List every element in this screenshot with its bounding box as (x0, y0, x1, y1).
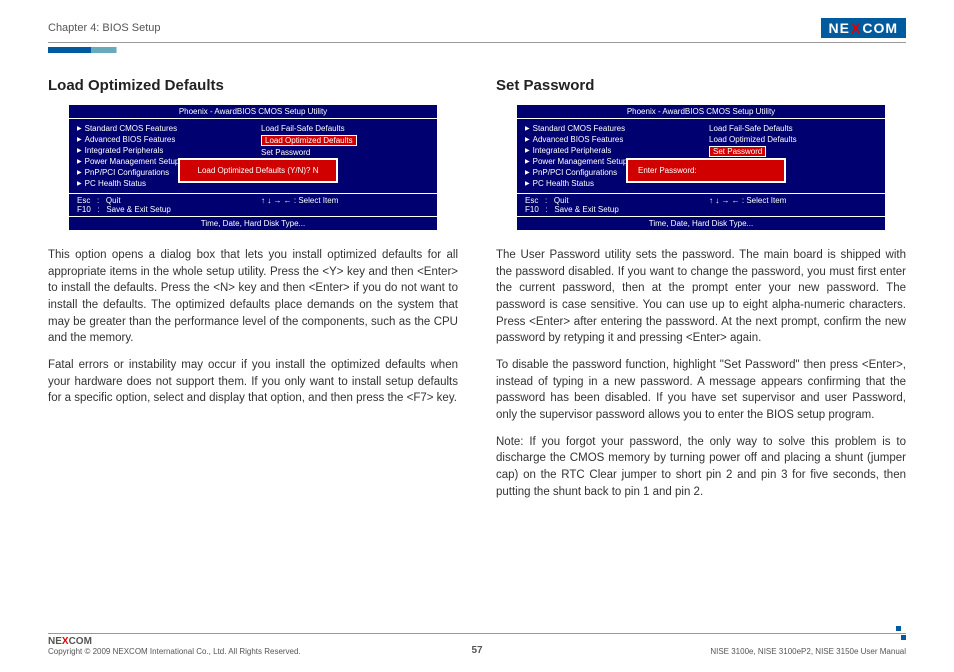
left-column: Load Optimized Defaults Phoenix - AwardB… (48, 77, 458, 510)
bios-screenshot-left: Phoenix - AwardBIOS CMOS Setup Utility ▶… (68, 104, 438, 231)
right-heading: Set Password (496, 77, 906, 94)
nexcom-logo: NEXCOM (821, 18, 906, 38)
bios-dialog: Load Optimized Defaults (Y/N)? N (178, 158, 338, 183)
left-paragraph-1: This option opens a dialog box that lets… (48, 247, 458, 347)
left-paragraph-2: Fatal errors or instability may occur if… (48, 357, 458, 407)
bios-footer-bottom: Time, Date, Hard Disk Type... (516, 217, 886, 231)
bios-footer-left: Esc : Quit F10 : Save & Exit Setup (69, 194, 253, 216)
page-number: 57 (471, 645, 482, 656)
bios-menu-item: ▶Integrated Peripherals (77, 145, 245, 156)
copyright-text: Copyright © 2009 NEXCOM International Co… (48, 647, 301, 656)
footer-logo: NEXCOM (48, 636, 301, 647)
bios-screenshot-right: Phoenix - AwardBIOS CMOS Setup Utility ▶… (516, 104, 886, 231)
page-header: Chapter 4: BIOS Setup NEXCOM (48, 18, 906, 43)
bios-dialog: Enter Password: (626, 158, 786, 183)
page-footer: NEXCOM Copyright © 2009 NEXCOM Internati… (48, 633, 906, 656)
left-heading: Load Optimized Defaults (48, 77, 458, 94)
right-column: Set Password Phoenix - AwardBIOS CMOS Se… (496, 77, 906, 510)
bios-menu-item: Load Optimized Defaults (709, 134, 877, 145)
right-paragraph-3: Note: If you forgot your password, the o… (496, 434, 906, 501)
bios-menu-item: Load Fail-Safe Defaults (261, 123, 429, 134)
bios-menu-item: ▶Standard CMOS Features (525, 123, 693, 134)
manual-title: NISE 3100e, NISE 3100eP2, NISE 3150e Use… (710, 647, 906, 656)
bios-footer-right: ↑ ↓ → ← : Select Item (701, 194, 885, 216)
bios-menu-item: Set Password (261, 147, 429, 158)
chapter-label: Chapter 4: BIOS Setup (48, 22, 161, 34)
bios-menu-item-highlighted: Set Password (709, 145, 877, 158)
right-paragraph-2: To disable the password function, highli… (496, 357, 906, 424)
bios-menu-item: ▶Advanced BIOS Features (77, 134, 245, 145)
bios-menu-item: Load Fail-Safe Defaults (709, 123, 877, 134)
header-accent-bar (48, 47, 906, 53)
bios-footer-left: Esc : Quit F10 : Save & Exit Setup (517, 194, 701, 216)
bios-menu-item: ▶Advanced BIOS Features (525, 134, 693, 145)
bios-footer-bottom: Time, Date, Hard Disk Type... (68, 217, 438, 231)
bios-footer-right: ↑ ↓ → ← : Select Item (253, 194, 437, 216)
bios-menu-item: ▶Standard CMOS Features (77, 123, 245, 134)
bios-title: Phoenix - AwardBIOS CMOS Setup Utility (516, 104, 886, 118)
bios-menu-item: ▶Integrated Peripherals (525, 145, 693, 156)
footer-squares-icon (896, 624, 906, 642)
bios-menu-item-highlighted: Load Optimized Defaults (261, 134, 429, 147)
right-paragraph-1: The User Password utility sets the passw… (496, 247, 906, 347)
bios-title: Phoenix - AwardBIOS CMOS Setup Utility (68, 104, 438, 118)
